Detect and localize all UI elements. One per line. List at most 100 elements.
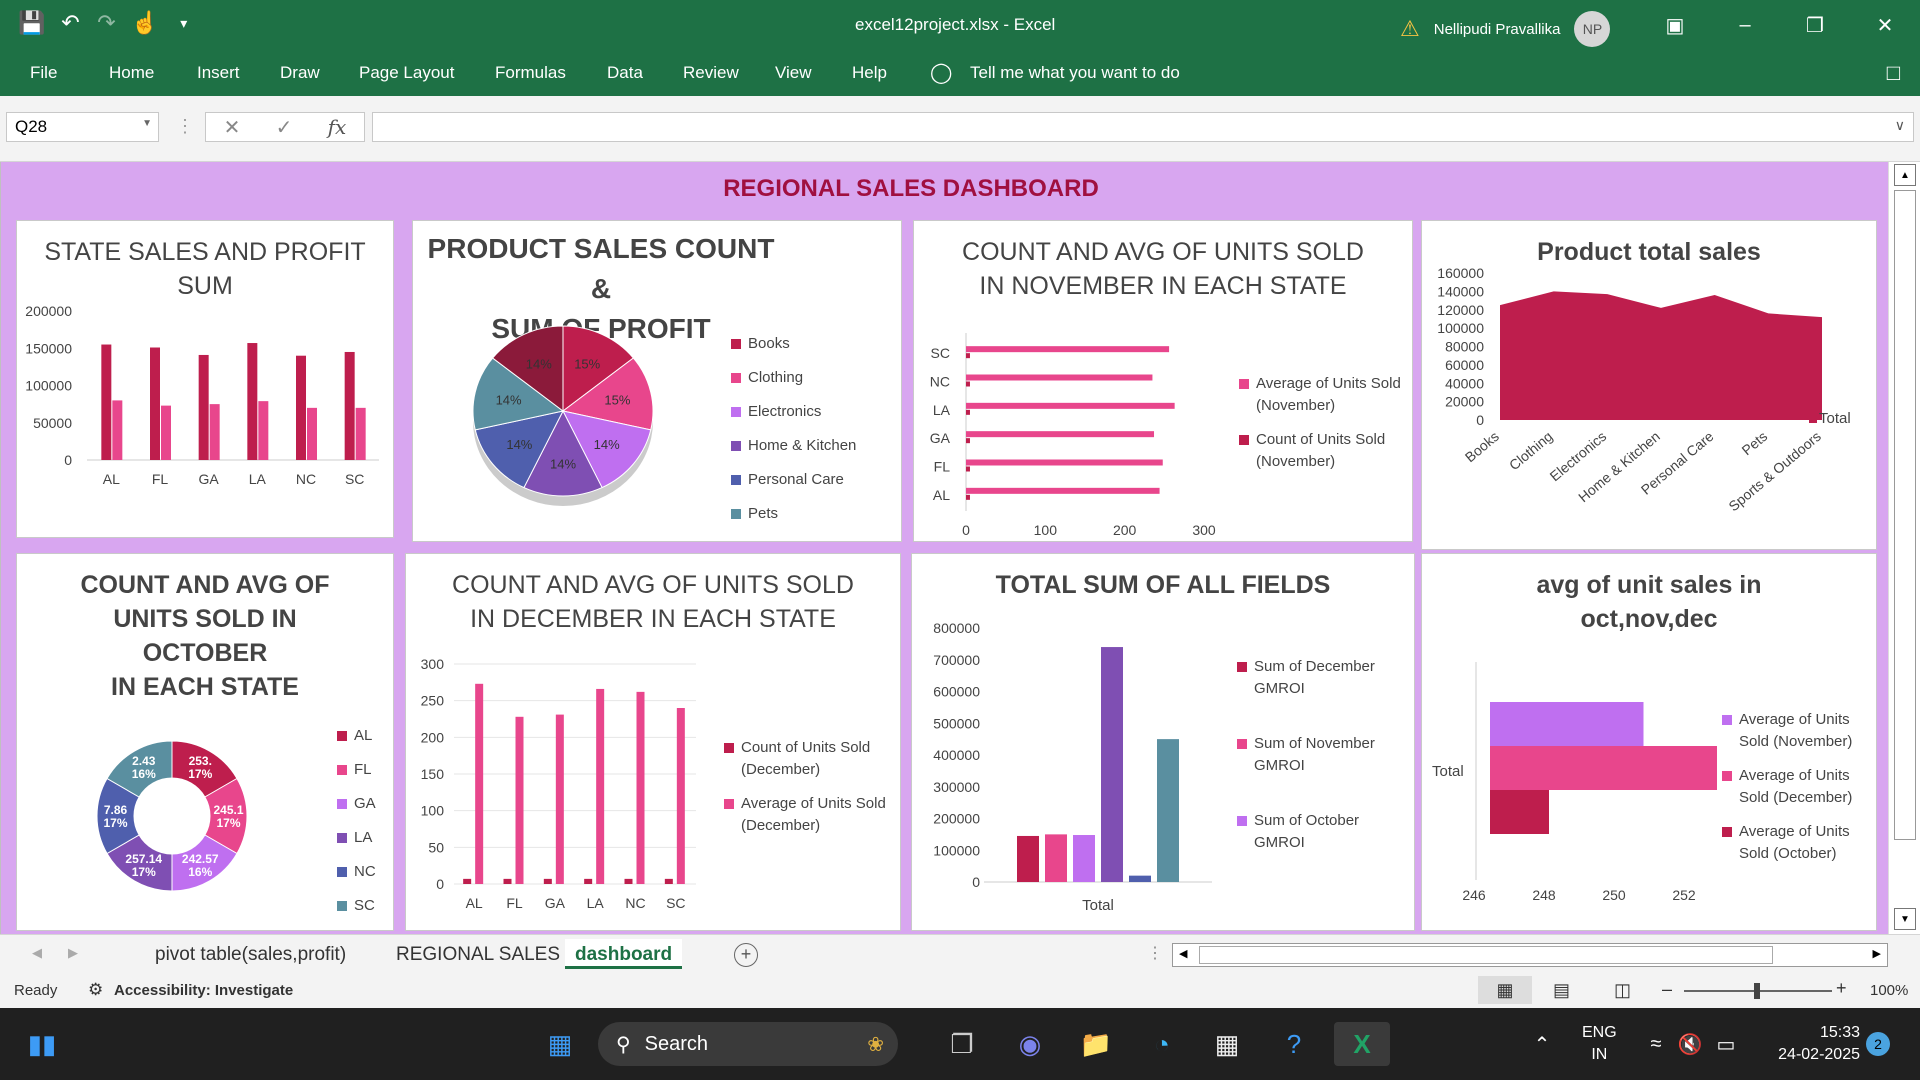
restore-button[interactable]: ❐ [1780, 0, 1850, 50]
pie-label: 14% [594, 437, 620, 452]
redo-icon[interactable]: ↷ [95, 10, 117, 36]
ribbon-display-icon[interactable]: ▣ [1640, 0, 1710, 50]
scroll-down-icon[interactable]: ▼ [1894, 908, 1916, 930]
tab-view[interactable]: View [775, 63, 812, 83]
insert-function-icon[interactable]: fx [328, 115, 347, 139]
task-view-icon[interactable]: ❐ [940, 1022, 984, 1066]
bar-count [966, 438, 970, 444]
battery-icon[interactable]: ▭ [1704, 1022, 1748, 1066]
scroll-left-icon[interactable]: ◀ [1179, 947, 1187, 960]
touch-mode-icon[interactable]: ☝ [131, 10, 158, 36]
bar-count [584, 878, 593, 884]
zoom-in-icon[interactable]: + [1836, 978, 1847, 999]
chart-product-sales[interactable]: PRODUCT SALES COUNT & SUM OF PROFIT 15% 1… [412, 220, 902, 542]
legend-swatch [731, 339, 741, 349]
legend: Average of Units Sold (November) Count o… [1239, 373, 1409, 473]
legend-item: AL [337, 725, 376, 759]
user-name[interactable]: Nellipudi Pravallika [1434, 21, 1561, 38]
page-break-view-icon[interactable]: ◫ [1614, 980, 1631, 1001]
close-button[interactable]: ✕ [1850, 0, 1920, 50]
y-tick-label: 50000 [33, 415, 72, 431]
tab-review[interactable]: Review [683, 63, 739, 83]
bar-profit [258, 401, 269, 460]
vertical-scrollbar[interactable]: ▲ ▼ [1888, 162, 1920, 934]
tab-page-layout[interactable]: Page Layout [359, 63, 454, 83]
prev-sheet-icon[interactable]: ◀ [32, 945, 42, 961]
save-icon[interactable]: 💾 [18, 10, 45, 36]
chart-product-total-sales[interactable]: Product total sales 160000 140000 120000 10… [1421, 220, 1877, 550]
tab-formulas[interactable]: Formulas [495, 63, 566, 83]
minimize-button[interactable]: – [1710, 0, 1780, 50]
area-series [1500, 291, 1822, 420]
chart-october-units[interactable]: COUNT AND AVG OF UNITS SOLD IN OCTOBER I… [16, 553, 394, 931]
edge-icon[interactable]: ◔ [1140, 1022, 1184, 1066]
language-indicator[interactable]: ENG IN [1582, 1022, 1617, 1066]
page-layout-view-icon[interactable]: ▤ [1553, 980, 1570, 1001]
chevron-down-icon[interactable]: ▼ [142, 118, 152, 129]
sheet-tab-dashboard[interactable]: dashboard [565, 939, 683, 969]
store-icon[interactable]: ▦ [1205, 1022, 1249, 1066]
split-handle-icon[interactable]: ⋮ [1147, 943, 1163, 963]
horizontal-scrollbar[interactable]: ◀ ▶ [1172, 943, 1888, 967]
tab-draw[interactable]: Draw [280, 63, 320, 83]
lightbulb-icon[interactable]: ◯ [930, 60, 952, 85]
help-icon[interactable]: ? [1272, 1022, 1316, 1066]
x-tick-label: FL [506, 895, 523, 911]
add-sheet-icon[interactable]: + [734, 943, 758, 967]
legend-label: FL [354, 761, 372, 778]
start-icon[interactable]: ▦ [538, 1022, 582, 1066]
chart-december-units[interactable]: COUNT AND AVG OF UNITS SOLD IN DECEMBER I… [405, 553, 901, 931]
clock[interactable]: 15:33 24-02-2025 [1762, 1022, 1860, 1066]
y-tick-label: 300 [421, 656, 445, 672]
avatar[interactable]: NP [1574, 11, 1611, 47]
scroll-right-icon[interactable]: ▶ [1873, 947, 1881, 960]
chart-november-units[interactable]: COUNT AND AVG OF UNITS SOLD IN NOVEMBER I… [913, 220, 1413, 542]
undo-icon[interactable]: ↶ [59, 10, 81, 36]
file-explorer-icon[interactable]: 📁 [1074, 1022, 1118, 1066]
notification-badge[interactable]: 2 [1866, 1032, 1890, 1056]
chart-avg-unit-sales[interactable]: avg of unit sales in oct,nov,dec Total 246… [1421, 553, 1877, 931]
zoom-level[interactable]: 100% [1870, 982, 1908, 999]
tab-data[interactable]: Data [607, 63, 643, 83]
name-box[interactable]: Q28 ▼ [6, 112, 159, 142]
donut-percent-label: 17% [216, 816, 240, 830]
donut-percent-label: 17% [132, 865, 156, 879]
bar-count [543, 878, 552, 884]
scroll-up-icon[interactable]: ▲ [1894, 164, 1916, 186]
scroll-thumb[interactable] [1199, 946, 1773, 964]
sheet-tab-regional-sales[interactable]: REGIONAL SALES [386, 939, 570, 969]
tab-home[interactable]: Home [109, 63, 154, 83]
y-tick-label: 80000 [1445, 339, 1484, 355]
tab-insert[interactable]: Insert [197, 63, 240, 83]
excel-icon[interactable]: X [1334, 1022, 1390, 1066]
comments-icon[interactable]: □ [1887, 60, 1900, 86]
formula-input[interactable]: ∨ [372, 112, 1914, 142]
zoom-out-icon[interactable]: – [1662, 979, 1672, 1000]
tab-file[interactable]: File [30, 63, 57, 83]
y-tick-label: 0 [972, 874, 980, 890]
cancel-icon[interactable]: ✕ [224, 115, 241, 140]
chevron-up-icon[interactable]: ⌃ [1520, 1022, 1564, 1066]
enter-icon[interactable]: ✓ [276, 115, 293, 140]
chart-state-sales-profit[interactable]: STATE SALES AND PROFIT SUM 200000 150000 10… [16, 220, 394, 538]
tab-help[interactable]: Help [852, 63, 887, 83]
accessibility-icon[interactable]: ⚙ [88, 980, 103, 1000]
sheet-tab-pivot[interactable]: pivot table(sales,profit) [145, 939, 356, 969]
customize-qat-icon[interactable]: ▾ [173, 15, 195, 32]
chart-total-sum-fields[interactable]: TOTAL SUM OF ALL FIELDS 800000 700000 6000… [911, 553, 1415, 931]
normal-view-icon[interactable]: ▦ [1478, 976, 1532, 1004]
teams-icon[interactable]: ◉ [1008, 1022, 1052, 1066]
accessibility-status[interactable]: Accessibility: Investigate [114, 982, 293, 999]
legend-label: Clothing [748, 369, 804, 386]
y-tick-label: 700000 [933, 652, 980, 668]
next-sheet-icon[interactable]: ▶ [68, 945, 78, 961]
tell-me-search[interactable]: Tell me what you want to do [970, 63, 1180, 83]
expand-formula-icon[interactable]: ∨ [1895, 117, 1905, 134]
search-box[interactable]: ⚲ Search ❀ [598, 1022, 898, 1066]
scroll-thumb[interactable] [1894, 190, 1916, 840]
y-tick-label: 500000 [933, 715, 980, 731]
widgets-icon[interactable]: ▮▮ [20, 1022, 64, 1066]
warning-icon[interactable]: ⚠ [1400, 16, 1420, 42]
zoom-slider-thumb[interactable] [1754, 983, 1760, 999]
y-tick-label: 160000 [1437, 265, 1484, 281]
